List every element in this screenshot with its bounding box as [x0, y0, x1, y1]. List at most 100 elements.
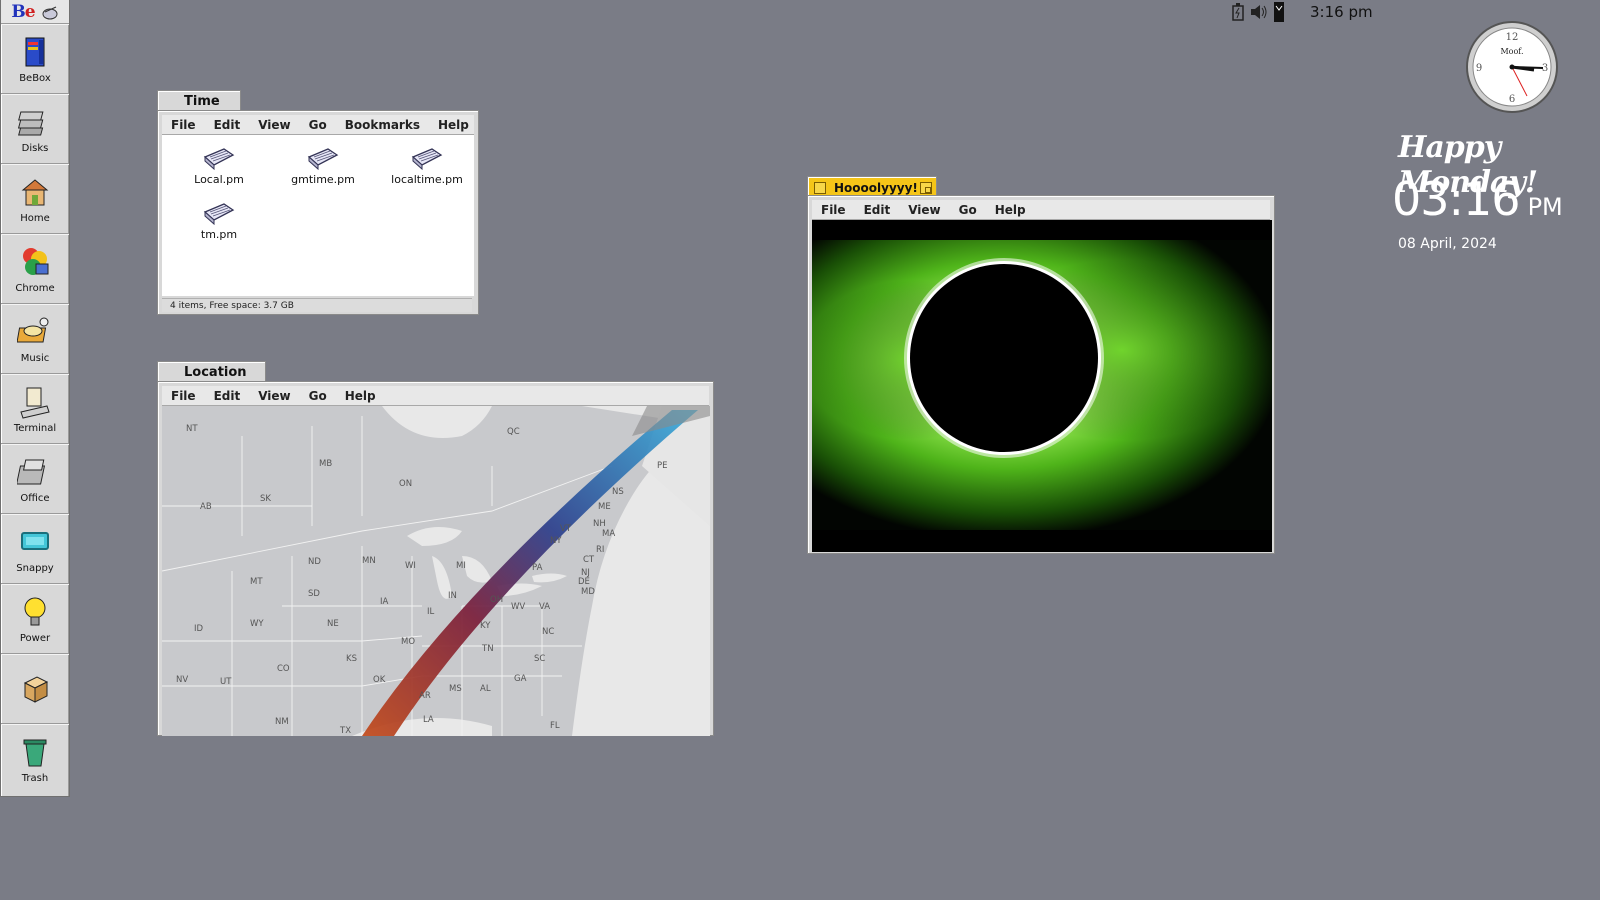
dock-item-label: Chrome [15, 282, 55, 294]
dock-item-label: Home [20, 212, 50, 224]
be-logo: Be [11, 1, 35, 22]
time-window-menubar: File Edit View Go Bookmarks Help [162, 115, 474, 135]
perl-module-icon [203, 203, 235, 226]
volume-icon[interactable] [1250, 4, 1268, 20]
chrome-icon [23, 247, 49, 275]
menu-edit[interactable]: Edit [205, 389, 250, 403]
window-title: Time [184, 94, 220, 109]
be-menu-button[interactable]: Be [1, 0, 69, 24]
dock-item-office[interactable]: Office [1, 444, 69, 514]
menu-edit[interactable]: Edit [855, 203, 900, 217]
map-label-ia: IA [380, 597, 389, 607]
map-label-nm: NM [275, 717, 289, 727]
close-box-icon[interactable] [814, 182, 826, 194]
dock-item-power[interactable]: Power [1, 584, 69, 654]
map-label-mt: MT [250, 577, 263, 587]
image-window: File Edit View Go Help [807, 195, 1275, 554]
location-window: File Edit View Go Help NT MB ON QC AB SK… [157, 381, 714, 736]
battery-icon[interactable] [1232, 3, 1244, 21]
menu-help[interactable]: Help [336, 389, 385, 403]
dock-item-package[interactable] [1, 654, 69, 724]
map-label-ks: KS [346, 654, 357, 664]
bookmark-icon[interactable] [1274, 2, 1284, 22]
menu-go[interactable]: Go [300, 118, 336, 132]
map-label-ne: NE [327, 619, 339, 629]
svg-text:6: 6 [1509, 94, 1515, 105]
menu-go[interactable]: Go [300, 389, 336, 403]
bebox-icon [25, 37, 45, 66]
clock-brand: Moof. [1500, 47, 1523, 56]
power-icon [24, 597, 46, 625]
location-window-tab[interactable]: Location [157, 361, 266, 383]
map-label-md: MD [581, 587, 595, 597]
map-label-la: LA [423, 715, 434, 725]
map-label-ga: GA [514, 674, 527, 684]
svg-text:9: 9 [1476, 63, 1482, 74]
eclipse-path-map[interactable]: NT MB ON QC AB SK PE NS ME NH MA RI CT NJ DE MD VT NY PA MI… [162, 406, 710, 736]
file-item[interactable]: gmtime.pm [278, 145, 368, 186]
trash-icon [23, 739, 47, 767]
map-label-tx: TX [339, 726, 351, 736]
map-label-in: IN [448, 591, 457, 601]
map-label-ab: AB [200, 502, 212, 512]
menu-go[interactable]: Go [950, 203, 986, 217]
image-window-menubar: File Edit View Go Help [812, 200, 1270, 220]
dock-item-trash[interactable]: Trash [1, 724, 69, 794]
menu-help[interactable]: Help [986, 203, 1035, 217]
analog-clock[interactable]: 12 3 6 9 Moof. [1465, 20, 1559, 114]
map-label-ns: NS [612, 487, 624, 497]
perl-module-icon [307, 148, 339, 171]
map-label-ma: MA [602, 529, 615, 539]
map-label-il: IL [427, 607, 435, 617]
menu-view[interactable]: View [249, 389, 299, 403]
dock-item-disks[interactable]: Disks [1, 94, 69, 164]
map-label-vt: VT [560, 524, 572, 534]
menu-help[interactable]: Help [429, 118, 478, 132]
file-item[interactable]: Local.pm [174, 145, 264, 186]
file-item[interactable]: localtime.pm [382, 145, 472, 186]
tray-clock[interactable]: 3:16 pm [1310, 3, 1373, 21]
perl-module-icon [411, 148, 443, 171]
snappy-icon [21, 531, 49, 550]
map-label-nt: NT [186, 424, 198, 434]
file-name: gmtime.pm [291, 173, 355, 186]
desktop-time: 03:16 [1392, 172, 1521, 226]
file-list: Local.pm gmtime.pm localtime.pm tm.pm [162, 135, 474, 296]
menu-view[interactable]: View [249, 118, 299, 132]
menu-view[interactable]: View [899, 203, 949, 217]
solar-eclipse-picture [812, 240, 1272, 530]
package-icon [23, 675, 49, 703]
dock-item-music[interactable]: Music [1, 304, 69, 374]
map-label-mb: MB [319, 459, 332, 469]
file-item[interactable]: tm.pm [174, 200, 264, 241]
dock-item-bebox[interactable]: BeBox [1, 24, 69, 94]
menu-file[interactable]: File [162, 389, 205, 403]
menu-file[interactable]: File [162, 118, 205, 132]
map-label-de: DE [578, 577, 590, 587]
zoom-box-icon[interactable] [920, 182, 932, 194]
perl-module-icon [203, 148, 235, 171]
map-label-al: AL [480, 684, 491, 694]
deskbar: Be BeBox Disks Home Chrome Music Termina… [0, 0, 70, 797]
dock-item-label: Terminal [13, 422, 57, 434]
dock-item-home[interactable]: Home [1, 164, 69, 234]
map-label-ky: KY [480, 621, 491, 631]
map-label-pa: PA [532, 563, 543, 573]
disks-icon [17, 111, 44, 135]
map-label-wy: WY [250, 619, 264, 629]
map-label-ut: UT [220, 677, 232, 687]
desktop-ampm: PM [1527, 193, 1563, 221]
time-window-tab[interactable]: Time [157, 90, 241, 112]
dock-item-chrome[interactable]: Chrome [1, 234, 69, 304]
map-label-me: ME [598, 502, 611, 512]
menu-edit[interactable]: Edit [205, 118, 250, 132]
menu-file[interactable]: File [812, 203, 855, 217]
home-icon [21, 178, 49, 205]
map-label-nc: NC [542, 627, 554, 637]
svg-text:12: 12 [1506, 32, 1519, 43]
window-title: Location [184, 365, 247, 380]
dock-item-terminal[interactable]: Terminal [1, 374, 69, 444]
menu-bookmarks[interactable]: Bookmarks [336, 118, 429, 132]
map-label-mo: MO [401, 637, 415, 647]
dock-item-snappy[interactable]: Snappy [1, 514, 69, 584]
